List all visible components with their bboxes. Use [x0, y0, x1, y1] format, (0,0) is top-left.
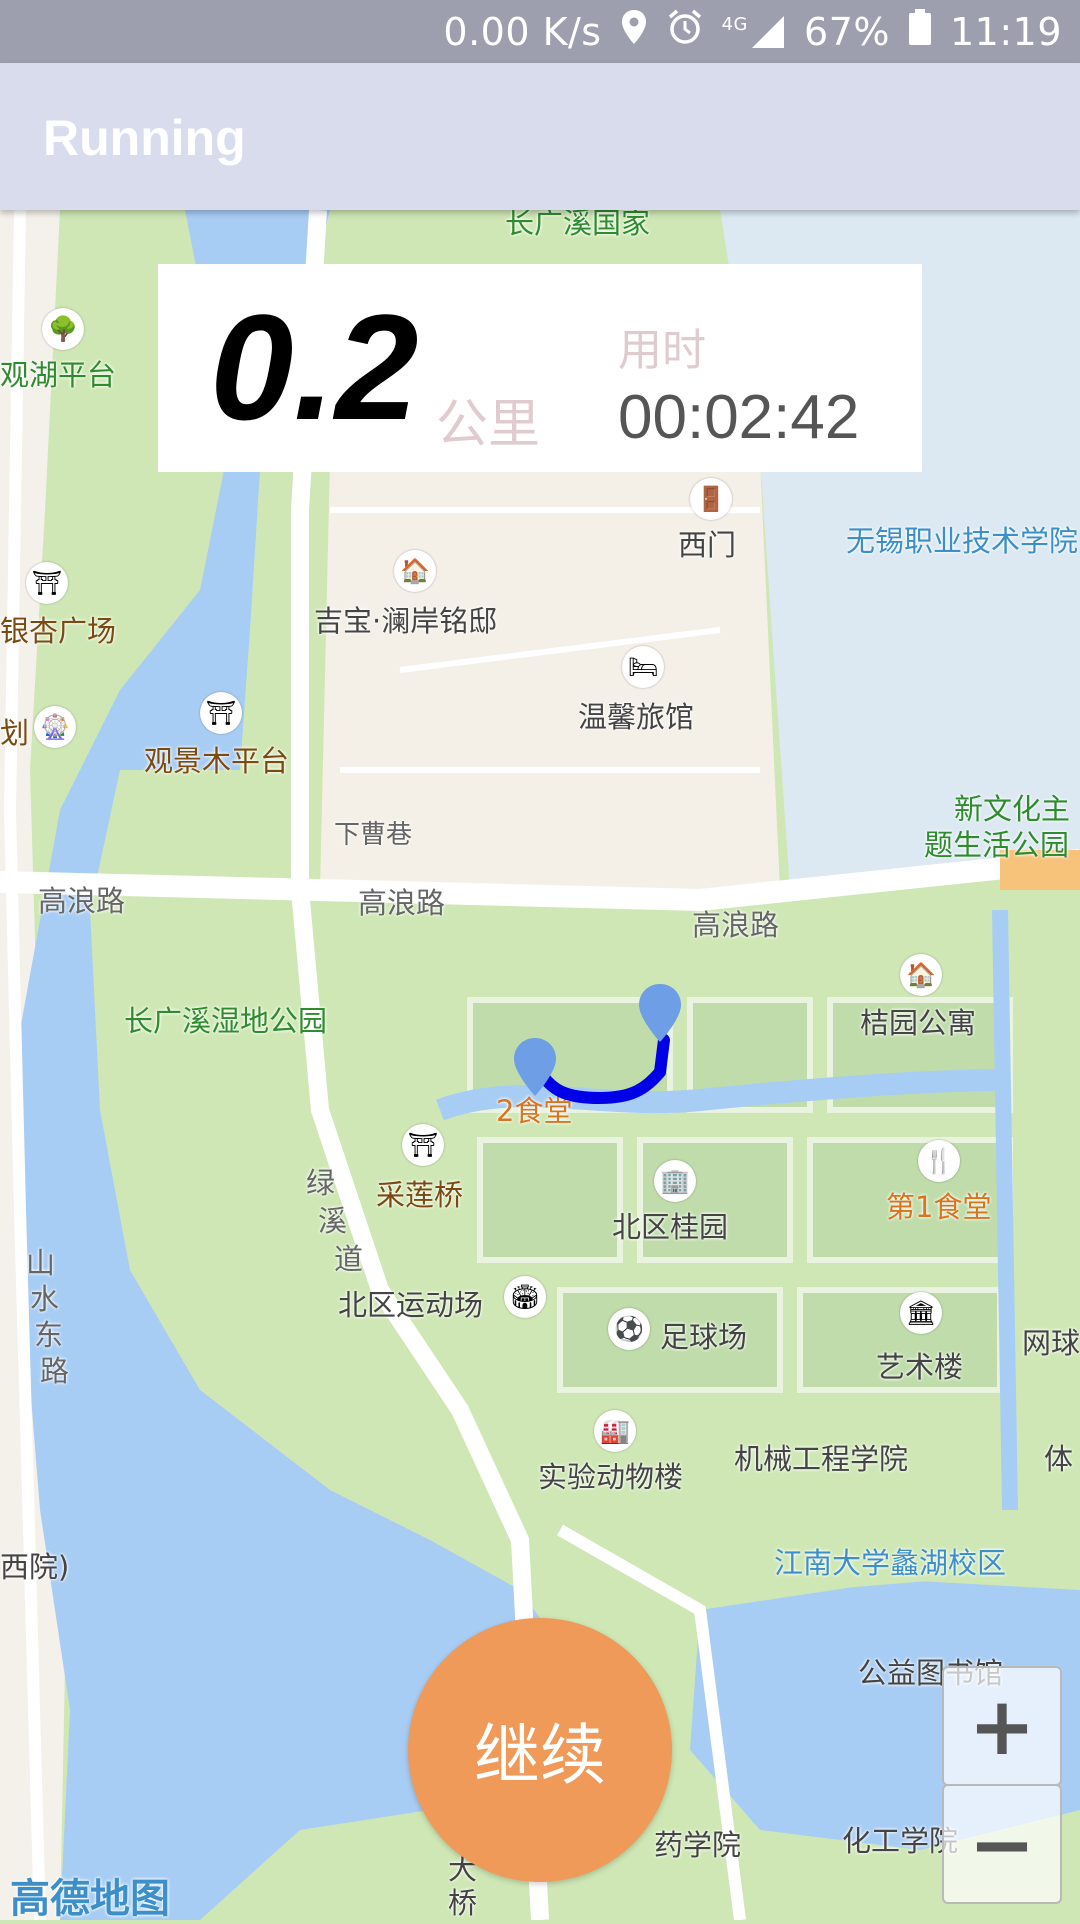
zoom-in-button[interactable]: +: [942, 1666, 1062, 1786]
battery-icon: [908, 8, 932, 55]
time-label: 用时: [618, 325, 706, 376]
football-icon: ⚽: [608, 1308, 650, 1350]
ferris-wheel-icon: 🎡: [34, 706, 76, 748]
map-label: 高浪路: [692, 908, 780, 942]
map-label: 高浪路: [38, 884, 126, 918]
gate-icon: 🚪: [690, 478, 732, 520]
network-type: 4G: [721, 13, 749, 35]
map-label: 第1食堂: [886, 1190, 992, 1224]
map-label: 高浪路: [358, 886, 446, 920]
map-label: 桔园公寓: [860, 1006, 977, 1040]
map-label: 长广溪国家: [505, 210, 651, 240]
map-label: 温馨旅馆: [578, 700, 695, 734]
pavilion-icon: ⛩: [402, 1124, 444, 1166]
app-title: Running: [43, 110, 246, 166]
map-label: 江南大学蠡湖校区: [774, 1546, 1007, 1580]
start-pin-icon: [512, 1036, 558, 1098]
map-label: 足球场: [660, 1320, 748, 1354]
map-provider-logo: 高德地图: [10, 1876, 170, 1922]
map-label: 体: [1044, 1442, 1074, 1476]
building-icon: 🏭: [594, 1410, 636, 1452]
building-icon: 🏢: [654, 1160, 696, 1202]
map-label: 艺术楼: [876, 1350, 964, 1384]
stadium-icon: 🏟: [504, 1276, 546, 1318]
clock: 11:19: [949, 9, 1062, 54]
tree-icon: 🌳: [42, 308, 84, 350]
map-label: 无锡职业技术学院: [846, 524, 1079, 558]
elapsed-time: 00:02:42: [618, 383, 860, 452]
map-label: 绿: [306, 1166, 336, 1200]
status-bar: 0.00 K/s 4G 67% 11:19: [0, 0, 1080, 63]
map-label: 北区桂园: [612, 1210, 729, 1244]
app-bar: Running: [0, 63, 1080, 210]
zoom-out-button[interactable]: −: [942, 1784, 1062, 1904]
continue-button[interactable]: 继续: [408, 1618, 672, 1882]
map-label: 网球: [1022, 1326, 1080, 1360]
map-label: 机械工程学院: [734, 1442, 909, 1476]
map-label: 北区运动场: [338, 1288, 484, 1322]
map-label: 下曹巷: [334, 820, 413, 850]
home-icon: 🏠: [900, 954, 942, 996]
map-label: 药学院: [654, 1828, 742, 1862]
pavilion-icon: ⛩: [26, 562, 68, 604]
signal-icon: 4G: [722, 14, 786, 50]
map-label: 西门: [678, 528, 737, 562]
battery-percent: 67%: [804, 9, 890, 54]
map-label: 观湖平台: [0, 358, 117, 392]
map-label: 道: [334, 1242, 364, 1276]
map-label: 化工学院: [842, 1824, 959, 1858]
map-label: 银杏广场: [0, 614, 117, 648]
map-label: 桥: [448, 1886, 478, 1920]
building-icon: 🏛: [900, 1292, 942, 1334]
map-label: 吉宝·澜岸铭邸: [314, 604, 498, 638]
net-speed: 0.00 K/s: [443, 9, 602, 54]
distance-value: 0.2: [210, 283, 419, 451]
map-label: 划: [0, 716, 30, 750]
location-icon: [620, 9, 648, 54]
current-pin-icon: [637, 982, 683, 1044]
run-stats-card: 0.2 公里 用时 00:02:42: [158, 264, 922, 472]
map-label: 实验动物楼: [538, 1460, 684, 1494]
map-label: 路: [40, 1354, 70, 1388]
home-icon: 🏠: [394, 550, 436, 592]
map-label: 长广溪湿地公园: [124, 1004, 328, 1038]
hotel-icon: 🛏: [622, 646, 664, 688]
map-label: 西院): [0, 1550, 70, 1584]
map-label: 观景木平台: [144, 744, 290, 778]
map-label: 题生活公园: [924, 828, 1070, 862]
map-label: 采莲桥: [376, 1178, 464, 1212]
restaurant-icon: 🍴: [918, 1140, 960, 1182]
distance-unit: 公里: [436, 395, 541, 455]
map-label: 溪: [318, 1204, 348, 1238]
pavilion-icon: ⛩: [200, 692, 242, 734]
alarm-icon: [666, 8, 704, 55]
